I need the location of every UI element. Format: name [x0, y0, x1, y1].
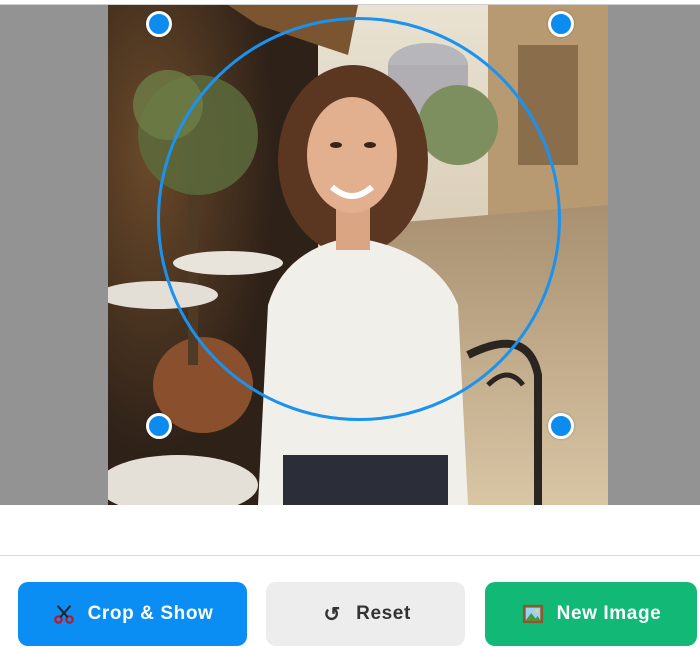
new-image-button[interactable]: New Image	[485, 582, 697, 646]
reset-label: Reset	[356, 603, 411, 624]
reset-button[interactable]: ↺ Reset	[266, 582, 465, 646]
new-image-label: New Image	[556, 603, 662, 624]
reset-arrow-icon: ↺	[323, 603, 341, 626]
crop-handle-bottom-left[interactable]	[146, 413, 172, 439]
crop-handle-top-right[interactable]	[548, 11, 574, 37]
scissors-icon	[52, 602, 76, 626]
crop-handle-top-left[interactable]	[146, 11, 172, 37]
crop-handle-bottom-right[interactable]	[548, 413, 574, 439]
crop-and-show-button[interactable]: Crop & Show	[18, 582, 247, 646]
picture-frame-icon	[521, 602, 545, 626]
toolbar-divider	[0, 555, 700, 556]
crop-and-show-label: Crop & Show	[87, 603, 214, 624]
crop-circle-outline[interactable]	[157, 17, 561, 421]
